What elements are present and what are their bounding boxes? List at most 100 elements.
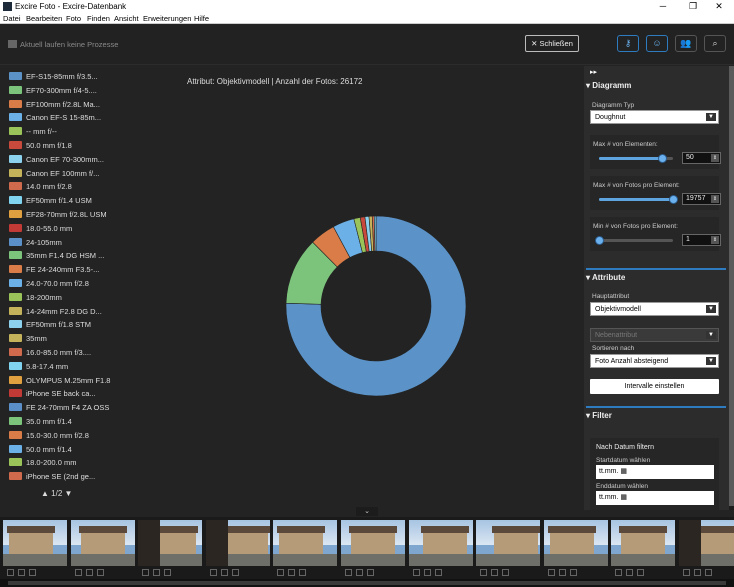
legend-item[interactable]: 35.0 mm f/1.4	[9, 416, 72, 427]
legend-item[interactable]: iPhone SE back ca...	[9, 388, 96, 399]
legend-item[interactable]: OLYMPUS M.25mm F1.8	[9, 375, 110, 386]
legend-item[interactable]: 18.0-55.0 mm	[9, 223, 72, 234]
flag-icon[interactable]	[491, 569, 499, 576]
legend-item[interactable]: 14.0 mm f/2.8	[9, 181, 72, 192]
set-intervals-button[interactable]: Intervalle einstellen	[590, 379, 719, 394]
flag-icon[interactable]	[220, 569, 228, 576]
menu-finden[interactable]: Finden	[87, 13, 110, 24]
flag-icon[interactable]	[558, 569, 566, 576]
minimize-button[interactable]: ─	[650, 0, 676, 13]
flag-icon[interactable]	[288, 569, 296, 576]
menu-ansicht[interactable]: Ansicht	[114, 13, 139, 24]
legend-item[interactable]: 24.0-70.0 mm f/2.8	[9, 278, 89, 289]
photo-thumbnail[interactable]	[3, 520, 67, 566]
star-icon[interactable]	[367, 569, 374, 576]
filmstrip-scrollbar[interactable]	[0, 579, 734, 587]
star-icon[interactable]	[299, 569, 307, 576]
menu-hilfe[interactable]: Hilfe	[194, 13, 209, 24]
key-icon[interactable]: ⚷	[617, 35, 639, 52]
max-photos-slider[interactable]	[599, 195, 678, 204]
photo-thumbnail[interactable]	[273, 520, 338, 566]
slider-knob[interactable]	[669, 195, 678, 204]
secondary-attribute-select[interactable]: Nebenattribut ▼	[590, 328, 719, 342]
max-elements-slider[interactable]	[599, 154, 673, 163]
collapse-panel-icon[interactable]: ▸▸	[590, 68, 597, 76]
legend-item[interactable]: 15.0-30.0 mm f/2.8	[9, 430, 89, 441]
legend-item[interactable]: Canon EF 100mm f/...	[9, 168, 99, 179]
rotate-icon[interactable]	[277, 569, 285, 576]
flag-icon[interactable]	[694, 569, 701, 576]
close-button[interactable]: ✕ Schließen	[525, 35, 579, 52]
scrollbar-thumb[interactable]	[8, 581, 726, 585]
legend-item[interactable]: Canon EF 70-300mm...	[9, 154, 104, 165]
rotate-icon[interactable]	[345, 569, 352, 576]
filmstrip-toggle-icon[interactable]: ⌄	[356, 507, 378, 516]
end-date-input[interactable]: tt.mm. ▦	[596, 491, 714, 505]
min-photos-slider[interactable]	[595, 236, 673, 245]
max-photos-input[interactable]: 19757 ⇕	[682, 193, 721, 205]
rotate-icon[interactable]	[683, 569, 690, 576]
star-icon[interactable]	[164, 569, 172, 576]
calendar-icon[interactable]: ▦	[618, 468, 627, 475]
star-icon[interactable]	[96, 569, 104, 576]
section-attribute[interactable]: ▾ Attribute	[586, 273, 625, 282]
min-photos-input[interactable]: 1 ⇕	[682, 234, 721, 246]
legend-item[interactable]: 50.0 mm f/1.8	[9, 140, 72, 151]
flag-icon[interactable]	[356, 569, 363, 576]
calendar-icon[interactable]: ▦	[618, 494, 627, 501]
maximize-button[interactable]: ❐	[680, 0, 706, 13]
zoom-icon[interactable]: ⌕	[704, 35, 726, 52]
star-icon[interactable]	[29, 569, 36, 576]
flag-icon[interactable]	[18, 569, 25, 576]
rotate-icon[interactable]	[547, 569, 555, 576]
star-icon[interactable]	[231, 569, 239, 576]
sort-select[interactable]: Foto Anzahl absteigend ▼	[590, 354, 719, 368]
legend-item[interactable]: EF70-300mm f/4-5....	[9, 85, 97, 96]
photo-thumbnail[interactable]	[476, 520, 541, 566]
menu-foto[interactable]: Foto	[66, 13, 81, 24]
legend-item[interactable]: 18.0-200.0 mm	[9, 457, 76, 468]
scrollbar-thumb[interactable]	[729, 66, 734, 506]
photo-thumbnail[interactable]	[679, 520, 734, 566]
photo-thumbnail[interactable]	[70, 520, 135, 566]
menu-erweiterungen[interactable]: Erweiterungen	[143, 13, 191, 24]
legend-item[interactable]: EF100mm f/2.8L Ma...	[9, 99, 100, 110]
rotate-icon[interactable]	[615, 569, 623, 576]
legend-item[interactable]: Canon EF-S 15-85m...	[9, 112, 101, 123]
main-attribute-select[interactable]: Objektivmodell ▼	[590, 302, 719, 316]
legend-item[interactable]: FE 24-240mm F3.5-...	[9, 264, 99, 275]
star-icon[interactable]	[434, 569, 442, 576]
panel-scrollbar[interactable]	[729, 66, 734, 510]
rotate-icon[interactable]	[209, 569, 217, 576]
people-icon[interactable]: 👥	[675, 35, 697, 52]
legend-item[interactable]: 18-200mm	[9, 292, 62, 303]
photo-thumbnail[interactable]	[543, 520, 608, 566]
legend-item[interactable]: EF-S15-85mm f/3.5...	[9, 71, 98, 82]
legend-item[interactable]: EF28-70mm f/2.8L USM	[9, 209, 107, 220]
start-date-input[interactable]: tt.mm. ▦	[596, 465, 714, 479]
legend-item[interactable]: -- mm f/--	[9, 126, 57, 137]
rotate-icon[interactable]	[74, 569, 82, 576]
rotate-icon[interactable]	[142, 569, 150, 576]
slider-knob[interactable]	[657, 154, 667, 163]
photo-thumbnail[interactable]	[138, 520, 203, 566]
legend-item[interactable]: 5.8-17.4 mm	[9, 361, 68, 372]
photo-thumbnail[interactable]	[341, 520, 405, 566]
photo-thumbnail[interactable]	[205, 520, 270, 566]
diagram-type-select[interactable]: Doughnut ▼	[590, 110, 719, 124]
flag-icon[interactable]	[626, 569, 634, 576]
legend-item[interactable]: 16.0-85.0 mm f/3....	[9, 347, 91, 358]
menu-bearbeiten[interactable]: Bearbeiten	[26, 13, 62, 24]
rotate-icon[interactable]	[412, 569, 420, 576]
spinner-icon[interactable]: ⇕	[711, 195, 719, 203]
legend-item[interactable]: iPhone SE (2nd ge...	[9, 471, 95, 482]
star-icon[interactable]	[502, 569, 510, 576]
legend-item[interactable]: 24-105mm	[9, 237, 62, 248]
legend-item[interactable]: 14-24mm F2.8 DG D...	[9, 306, 102, 317]
legend-pager[interactable]: ▲ 1/2 ▼	[41, 489, 72, 498]
section-filter[interactable]: ▾ Filter	[586, 411, 612, 420]
rotate-icon[interactable]	[480, 569, 488, 576]
legend-item[interactable]: 35mm	[9, 333, 47, 344]
close-window-button[interactable]: ✕	[706, 0, 732, 13]
rotate-icon[interactable]	[7, 569, 14, 576]
